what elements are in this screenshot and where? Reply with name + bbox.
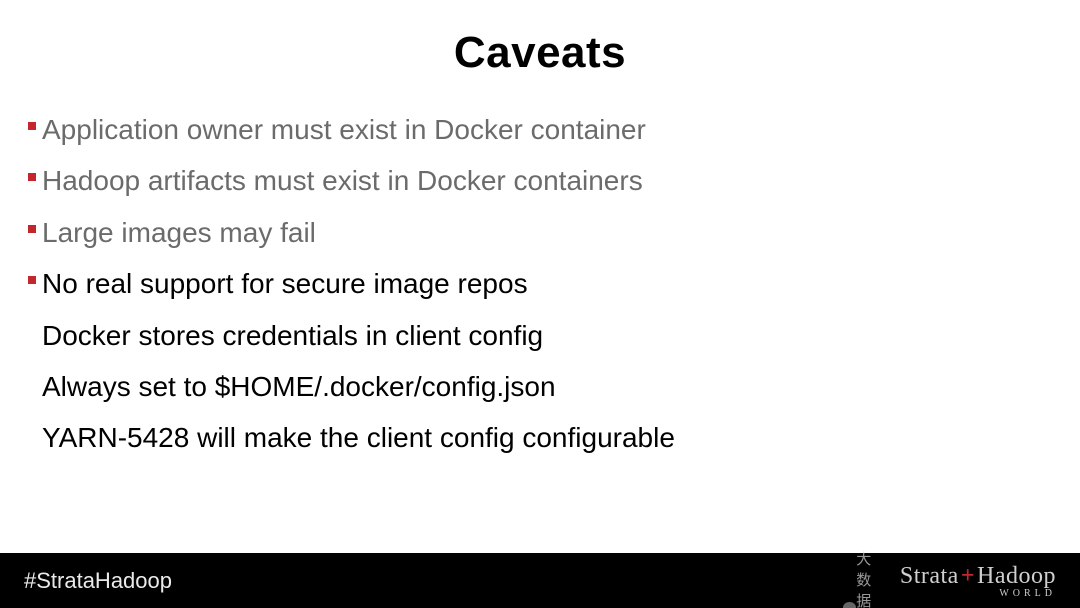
- wechat-watermark: 大数据技术圈: [843, 548, 886, 608]
- bullet-item: Hadoop artifacts must exist in Docker co…: [28, 159, 1060, 202]
- slide-title: Caveats: [0, 0, 1080, 78]
- brand-plus-icon: +: [959, 563, 977, 589]
- watermark-text: 大数据技术圈: [856, 548, 886, 608]
- sub-bullet: Always set to $HOME/.docker/config.json: [28, 365, 1060, 408]
- bullet-item: Application owner must exist in Docker c…: [28, 108, 1060, 151]
- brand-right: Hadoop: [977, 563, 1056, 589]
- bullet-item: Large images may fail: [28, 211, 1060, 254]
- bullet-item-emphasis: No real support for secure image repos: [28, 262, 1060, 305]
- slide-footer: #StrataHadoop 大数据技术圈 Strata+Hadoop WORLD: [0, 553, 1080, 608]
- wechat-icon: [843, 602, 850, 608]
- slide: Caveats Application owner must exist in …: [0, 0, 1080, 608]
- sub-bullet: Docker stores credentials in client conf…: [28, 314, 1060, 357]
- brand-left: Strata: [900, 563, 959, 589]
- sub-bullet: YARN-5428 will make the client config co…: [28, 416, 1060, 459]
- brand-subtitle: WORLD: [999, 588, 1056, 599]
- slide-content: Application owner must exist in Docker c…: [0, 78, 1080, 460]
- footer-brand: 大数据技术圈 Strata+Hadoop WORLD: [900, 563, 1056, 599]
- brand-title: Strata+Hadoop: [900, 563, 1056, 590]
- footer-hashtag: #StrataHadoop: [24, 568, 172, 594]
